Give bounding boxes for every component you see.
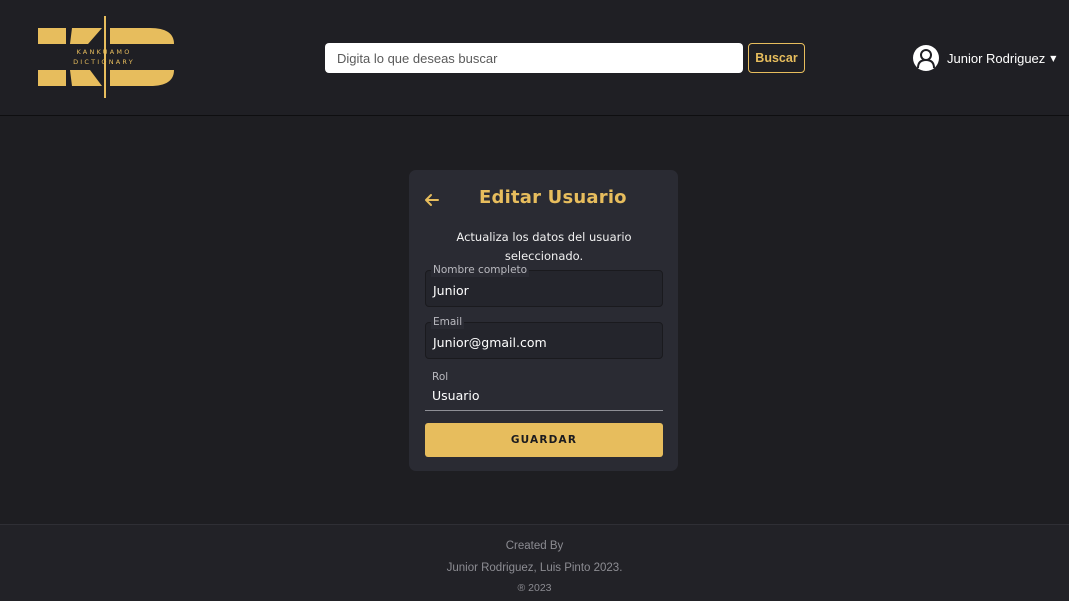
role-select-label: Rol bbox=[432, 371, 449, 383]
kankuamo-dictionary-logo[interactable]: KANKUAMO DICTIONARY bbox=[32, 14, 182, 100]
search-input[interactable]: Digita lo que deseas buscar bbox=[325, 43, 743, 73]
role-select-value: Usuario bbox=[432, 388, 480, 403]
user-name: Junior Rodriguez bbox=[947, 50, 1046, 66]
edit-user-card: Editar Usuario Actualiza los datos del u… bbox=[409, 170, 678, 471]
top-navbar: KANKUAMO DICTIONARY Digita lo que deseas… bbox=[0, 0, 1069, 116]
footer-created-by: Created By bbox=[505, 540, 564, 552]
footer-authors: Junior Rodriguez, Luis Pinto 2023. bbox=[446, 562, 623, 574]
footer: Created By Junior Rodriguez, Luis Pinto … bbox=[0, 524, 1069, 601]
logo-line-1: KANKUAMO bbox=[76, 48, 131, 56]
card-subtitle: Actualiza los datos del usuario seleccio… bbox=[456, 230, 632, 263]
footer-copyright: ® 2023 bbox=[517, 582, 552, 594]
role-select[interactable]: Rol Usuario bbox=[425, 369, 663, 411]
user-menu-dropdown[interactable]: Junior Rodriguez ▼ bbox=[913, 42, 1056, 74]
logo-line-2: DICTIONARY bbox=[73, 58, 135, 66]
user-avatar-icon bbox=[913, 45, 939, 71]
caret-down-icon: ▼ bbox=[1050, 53, 1057, 63]
name-field[interactable]: Nombre completo Junior bbox=[425, 263, 663, 307]
email-field-value: Junior@gmail.com bbox=[433, 335, 547, 350]
name-field-value: Junior bbox=[433, 283, 469, 298]
name-field-label: Nombre completo bbox=[431, 263, 530, 277]
email-field[interactable]: Email Junior@gmail.com bbox=[425, 315, 663, 359]
email-field-label: Email bbox=[431, 315, 465, 329]
main-content: Editar Usuario Actualiza los datos del u… bbox=[0, 117, 1069, 524]
page-title: Editar Usuario bbox=[479, 187, 627, 208]
save-button[interactable]: GUARDAR bbox=[425, 423, 663, 457]
arrow-left-icon[interactable] bbox=[424, 192, 440, 208]
search-placeholder: Digita lo que deseas buscar bbox=[337, 50, 498, 66]
search-button[interactable]: Buscar bbox=[748, 43, 805, 73]
